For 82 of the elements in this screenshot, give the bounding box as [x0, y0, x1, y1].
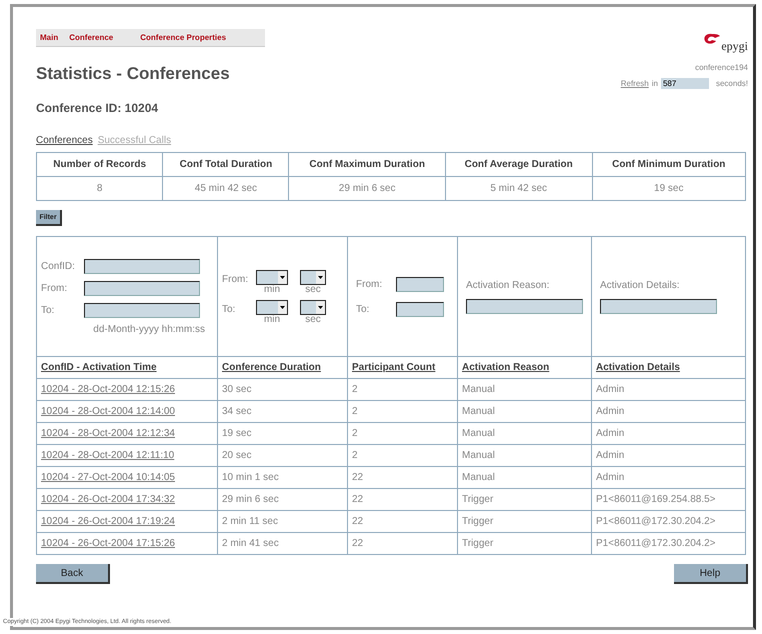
- table-cell: Admin: [592, 378, 746, 400]
- refresh-link[interactable]: Refresh: [620, 79, 649, 88]
- conference-id: Conference ID: 10204: [36, 101, 160, 115]
- field-label: Activation Reason:: [465, 280, 550, 290]
- logo-icon: [703, 33, 722, 45]
- field-label: To:: [41, 304, 56, 316]
- action-button[interactable]: Help: [674, 564, 748, 584]
- table-cell: 19 sec: [592, 176, 746, 200]
- column-header: Number of Records: [36, 152, 163, 176]
- seconds-dropdown[interactable]: [300, 300, 326, 314]
- field-label: ConfID:: [41, 260, 76, 272]
- table-cell: 34 sec: [218, 400, 348, 422]
- unit-label: min: [264, 314, 280, 324]
- table-cell: P1<86011@169.254.88.5>: [592, 488, 746, 510]
- to-date-field[interactable]: [84, 302, 200, 318]
- table-cell: 19 sec: [218, 422, 348, 444]
- nav-tab[interactable]: Conference Properties: [120, 33, 234, 42]
- column-header: Conf Minimum Duration: [592, 152, 746, 176]
- table-cell: 20 sec: [218, 444, 348, 466]
- table-cell: P1<86011@172.30.204.2>: [592, 510, 746, 532]
- table-cell: Admin: [592, 444, 746, 466]
- table-cell: 2: [348, 422, 458, 444]
- date-format-hint: dd-Month-yyyy hh:mm:ss: [92, 324, 206, 334]
- table-cell: 2: [348, 444, 458, 466]
- table-cell: Trigger: [458, 510, 592, 532]
- field-label: Activation Details:: [599, 280, 680, 290]
- nav-tab[interactable]: Main: [36, 33, 66, 42]
- table-cell: 45 min 42 sec: [162, 176, 289, 200]
- column-header: Conf Maximum Duration: [288, 152, 446, 176]
- table-cell: 22: [348, 488, 458, 510]
- refresh-field[interactable]: 587: [660, 78, 709, 89]
- minutes-dropdown[interactable]: [256, 270, 288, 284]
- count-from-field[interactable]: [396, 276, 444, 292]
- unit-label: sec: [305, 314, 321, 324]
- logo-text: epygi: [721, 39, 748, 54]
- table-cell: 22: [348, 532, 458, 554]
- device-name: conference194: [695, 63, 748, 72]
- unit-label: min: [264, 284, 280, 294]
- activation-reason-field[interactable]: [466, 298, 583, 314]
- unit-label: sec: [305, 284, 321, 294]
- table-cell: 22: [348, 466, 458, 488]
- field-label: To:: [222, 304, 236, 314]
- table-cell: 30 sec: [218, 378, 348, 400]
- activation-details-field[interactable]: [600, 298, 717, 314]
- field-label: To:: [356, 304, 370, 314]
- table-cell: Manual: [458, 466, 592, 488]
- table-cell: 29 min 6 sec: [218, 488, 348, 510]
- table-cell: Trigger: [458, 488, 592, 510]
- count-to-field[interactable]: [396, 302, 444, 316]
- refresh-prefix: in: [652, 79, 658, 88]
- confid-field[interactable]: [84, 258, 200, 274]
- table-cell: Admin: [592, 422, 746, 444]
- minutes-dropdown[interactable]: [256, 300, 288, 314]
- field-label: From:: [356, 278, 384, 290]
- seconds-dropdown[interactable]: [300, 270, 326, 284]
- table-cell: Trigger: [458, 532, 592, 554]
- table-cell: 2 min 41 sec: [218, 532, 348, 554]
- table-cell: 2: [348, 400, 458, 422]
- table-cell: 2 min 11 sec: [218, 510, 348, 532]
- from-date-field[interactable]: [84, 280, 200, 296]
- field-label: From:: [222, 274, 248, 284]
- page-title: Statistics - Conferences: [36, 64, 231, 84]
- table-cell: 5 min 42 sec: [445, 176, 592, 200]
- table-cell: Manual: [458, 444, 592, 466]
- table-cell: Admin: [592, 400, 746, 422]
- field-label: From:: [41, 282, 68, 294]
- table-cell: Admin: [592, 466, 746, 488]
- table-cell: 22: [348, 510, 458, 532]
- table-cell: 8: [36, 176, 163, 200]
- table-cell: Manual: [458, 422, 592, 444]
- table-cell: 2: [348, 378, 458, 400]
- refresh-suffix: seconds!: [716, 79, 748, 88]
- table-cell: Manual: [458, 378, 592, 400]
- nav-tab[interactable]: Conference: [65, 33, 120, 42]
- column-header: Conf Total Duration: [162, 152, 289, 176]
- sub-tab[interactable]: Conferences: [36, 135, 93, 146]
- action-button[interactable]: Back: [36, 564, 110, 584]
- table-cell: 29 min 6 sec: [288, 176, 446, 200]
- column-header: Conf Average Duration: [445, 152, 592, 176]
- table-cell: P1<86011@172.30.204.2>: [592, 532, 746, 554]
- table-cell: 10 min 1 sec: [218, 466, 348, 488]
- table-cell: Manual: [458, 400, 592, 422]
